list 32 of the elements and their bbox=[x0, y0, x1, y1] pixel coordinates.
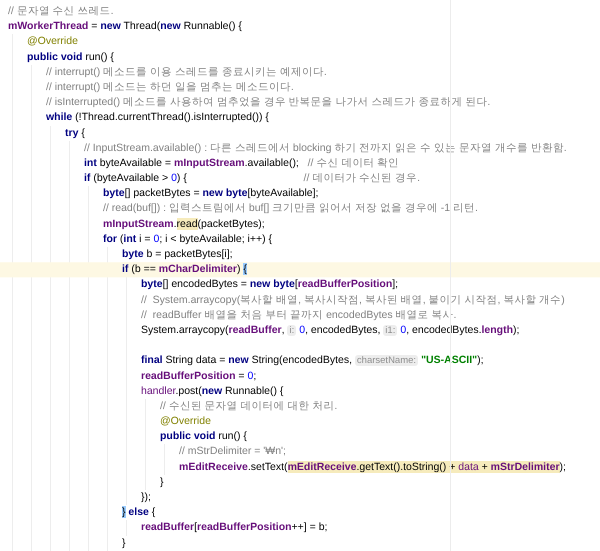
code-line: while (!Thread.currentThread().isInterrupted()) { bbox=[46, 110, 269, 126]
code-comment: // InputStream.available() : 다른 스레드에서 blocking 하기 전까지 읽은 수 있는 문자열 개수를 반환함. bbox=[84, 140, 567, 156]
code-comment: // System.arraycopy(복사할 배열, 복사시작점, 복사된 배열, 붙이기 시작점, 복사할 개수) bbox=[141, 292, 565, 308]
code-line: try { bbox=[65, 126, 85, 140]
code-comment: // isInterrupted() 메소드를 사용하여 멈추었을 경우 반복문을 나가서 스레드가 종료하게 된다. bbox=[46, 95, 490, 110]
code-comment: // read(buf[]) : 입력스트림에서 buf[] 크기만큼 읽어서 저장 없을 경우에 -1 리턴. bbox=[103, 201, 478, 216]
code-line: byte[] encodedBytes = new byte[readBufferPosition]; bbox=[141, 277, 398, 292]
code-line: if (byteAvailable > 0) { // 데이터가 수신된 경우. bbox=[84, 171, 420, 186]
code-line: for (int i = 0; i < byteAvailable; i++) { bbox=[103, 232, 272, 247]
code-line: byte[] packetBytes = new byte[byteAvailable]; bbox=[103, 186, 318, 202]
code-line: byte b = packetBytes[i]; bbox=[122, 247, 233, 262]
code-line: final String data = new String(encodedBytes, charsetName: "US-ASCII"); bbox=[141, 353, 484, 368]
code-line: int byteAvailable = mInputStream.available(); // 수신 데이터 확인 bbox=[84, 156, 400, 171]
code-comment: // 문자열 수신 쓰레드. bbox=[8, 4, 114, 19]
code-line: readBufferPosition = 0; bbox=[141, 368, 256, 384]
code-line: } bbox=[122, 536, 126, 551]
code-line: public void run() { bbox=[27, 50, 114, 65]
code-line: handler.post(new Runnable() { bbox=[141, 384, 284, 399]
code-comment: // interrupt() 메소드를 이용 스레드를 종료시키는 예제이다. bbox=[46, 64, 327, 80]
code-comment: // mStrDelimiter = '₩n'; bbox=[179, 444, 286, 460]
code-line: @Override bbox=[160, 414, 211, 430]
code-line: System.arraycopy(readBuffer, i: 0, encodedBytes, i1: 0, encodedBytes.length); bbox=[141, 322, 520, 338]
code-line: readBuffer[readBufferPosition++] = b; bbox=[141, 520, 328, 536]
code-line: } else { bbox=[122, 505, 156, 520]
code-line: mWorkerThread = new Thread(new Runnable() { bbox=[8, 19, 242, 34]
code-comment: // interrupt() 메소드는 하던 일을 멈추는 메소드이다. bbox=[46, 80, 294, 95]
code-line: public void run() { bbox=[160, 429, 247, 444]
code-line: } bbox=[160, 474, 164, 490]
code-line: }); bbox=[141, 490, 151, 505]
code-line: @Override bbox=[27, 34, 78, 50]
code-line: mInputStream.read(packetBytes); bbox=[103, 216, 265, 232]
code-comment: // 수신된 문자열 데이터에 대한 처리. bbox=[160, 398, 338, 414]
